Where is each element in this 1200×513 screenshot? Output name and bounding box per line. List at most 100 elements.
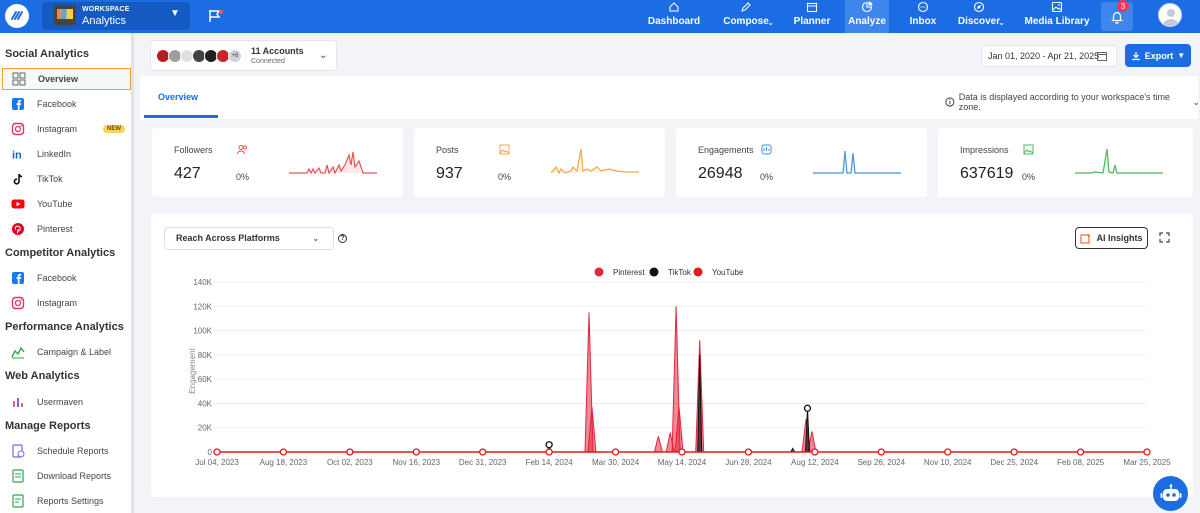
chart-pie-icon xyxy=(861,1,873,13)
card-sparkline xyxy=(813,150,901,174)
legend-label[interactable]: YouTube xyxy=(712,268,744,277)
youtube-marker xyxy=(877,448,885,456)
youtube-marker xyxy=(1010,448,1018,456)
sidebar-item-label: Overview xyxy=(38,74,79,84)
fullscreen-icon[interactable] xyxy=(1159,232,1170,243)
tiktok-marker xyxy=(803,404,812,412)
legend-label[interactable]: TikTok xyxy=(668,268,692,277)
youtube-marker xyxy=(545,448,553,456)
sidebar-item-youtube[interactable]: YouTube xyxy=(2,193,131,215)
flag-notification-dot xyxy=(219,10,223,14)
card-change: 0% xyxy=(236,172,250,182)
nav-label: Inbox xyxy=(909,16,937,27)
workspace-name: Analytics xyxy=(82,15,127,27)
help-icon[interactable]: ? xyxy=(338,234,347,243)
export-label: Export xyxy=(1144,50,1174,61)
sidebar-item-pinterest[interactable]: Pinterest xyxy=(2,218,131,240)
x-tick-label: Jun 28, 2024 xyxy=(725,458,772,467)
x-tick-label: May 14, 2024 xyxy=(658,458,707,467)
tiktok-marker xyxy=(545,441,553,449)
card-title: Posts xyxy=(436,145,459,155)
ai-insights-label: AI Insights xyxy=(1096,233,1143,243)
sidebar-item-instagram[interactable]: Instagram NEW xyxy=(2,118,131,140)
sidebar-item-label: Usermaven xyxy=(37,397,84,407)
sidebar-item-label: Campaign & Label xyxy=(37,347,112,357)
sidebar-item-overview[interactable]: Overview xyxy=(2,68,131,90)
sidebar-item-label: YouTube xyxy=(37,199,73,209)
report-settings-icon xyxy=(12,494,24,508)
x-tick-label: Nov 10, 2024 xyxy=(924,458,972,467)
card-title: Impressions xyxy=(960,145,1009,155)
sidebar-item-facebook[interactable]: Facebook xyxy=(2,267,131,289)
nav-media-library[interactable]: Media Library xyxy=(1024,0,1090,33)
sidebar-item-campaign-label[interactable]: Campaign & Label xyxy=(2,341,131,363)
tab-overview[interactable]: Overview xyxy=(158,92,198,102)
info-icon xyxy=(945,97,955,107)
legend-marker xyxy=(693,267,703,277)
x-tick-label: Jul 04, 2023 xyxy=(195,458,239,467)
chatbot-button[interactable] xyxy=(1153,476,1188,511)
export-button[interactable]: Export ▼ xyxy=(1125,44,1191,67)
card-sparkline xyxy=(289,151,377,175)
youtube-marker xyxy=(811,448,819,456)
sidebar-item-schedule-reports[interactable]: Schedule Reports xyxy=(2,440,131,462)
sidebar-item-reports-settings[interactable]: Reports Settings xyxy=(2,490,131,512)
calendar-icon[interactable] xyxy=(1097,51,1107,61)
facebook-icon xyxy=(12,98,24,110)
chevron-down-icon: ⌄ xyxy=(998,18,1005,27)
campaign-chart-icon xyxy=(11,346,25,359)
y-tick-label: 20K xyxy=(198,424,213,433)
engagement-icon xyxy=(761,144,772,155)
card-change: 0% xyxy=(760,172,774,182)
workspace-switcher[interactable]: WORKSPACE Analytics ▼ xyxy=(42,2,190,30)
sidebar-item-tiktok[interactable]: TikTok xyxy=(2,168,131,190)
timezone-note-text: Data is displayed according to your work… xyxy=(958,92,1171,112)
card-title: Engagements xyxy=(698,145,754,155)
calendar-icon xyxy=(806,2,818,13)
nav-inbox[interactable]: Inbox xyxy=(905,0,941,33)
sidebar-item-label: Schedule Reports xyxy=(37,446,109,456)
youtube-marker xyxy=(279,448,288,456)
linkedin-icon: in xyxy=(12,150,22,162)
y-tick-label: 0 xyxy=(208,448,213,457)
nav-label: Planner xyxy=(793,16,831,27)
sidebar-item-linkedin[interactable]: in LinkedIn xyxy=(2,143,131,165)
legend-label[interactable]: Pinterest xyxy=(613,268,645,277)
sidebar-item-facebook[interactable]: Facebook xyxy=(2,93,131,115)
svg-text:in: in xyxy=(12,150,22,162)
accounts-selector[interactable]: +6 11 Accounts Connected ⌄ xyxy=(150,40,337,71)
nav-compose[interactable]: Compose ⌄ xyxy=(720,0,774,33)
nav-dashboard[interactable]: Dashboard xyxy=(648,0,700,33)
card-title: Followers xyxy=(174,145,213,155)
accounts-status: Connected xyxy=(251,58,285,65)
download-icon xyxy=(1131,51,1140,60)
y-tick-label: 60K xyxy=(198,375,213,384)
nav-discover[interactable]: Discover ⌄ xyxy=(955,0,1005,33)
nav-analyze[interactable]: Analyze xyxy=(845,0,889,33)
y-tick-label: 140K xyxy=(193,278,212,287)
nav-label: Analyze xyxy=(848,16,886,27)
y-tick-label: 80K xyxy=(198,351,213,360)
pinterest-peak xyxy=(653,436,664,453)
timezone-note[interactable]: Data is displayed according to your work… xyxy=(945,92,1200,112)
chevron-down-icon: ⌄ xyxy=(312,233,320,243)
x-tick-label: Feb 14, 2024 xyxy=(526,458,574,467)
youtube-marker xyxy=(346,448,354,456)
sidebar-section-title: Performance Analytics xyxy=(5,321,124,333)
sidebar-item-instagram[interactable]: Instagram xyxy=(2,292,131,314)
sidebar-item-usermaven[interactable]: Usermaven xyxy=(2,391,131,413)
ai-insights-button[interactable]: AI Insights xyxy=(1075,227,1148,249)
nav-planner[interactable]: Planner xyxy=(790,0,834,33)
legend-marker xyxy=(649,267,659,277)
metric-dropdown[interactable]: Reach Across Platforms xyxy=(164,227,334,250)
card-value: 937 xyxy=(436,165,463,182)
user-avatar[interactable] xyxy=(1158,3,1182,27)
card-change: 0% xyxy=(498,172,512,182)
reach-line-chart: 0 20K 40K 60K 80K 100K 120K 140K Engagement Pinte… xyxy=(188,267,1171,467)
more-accounts-badge: +6 xyxy=(228,49,242,63)
sidebar-item-download-reports[interactable]: Download Reports xyxy=(2,465,131,487)
stat-card-engagements: Engagements 26948 0% xyxy=(676,128,927,197)
youtube-marker xyxy=(412,448,420,456)
app-logo-icon[interactable] xyxy=(5,4,29,28)
chevron-down-icon: ⌄ xyxy=(767,18,774,27)
